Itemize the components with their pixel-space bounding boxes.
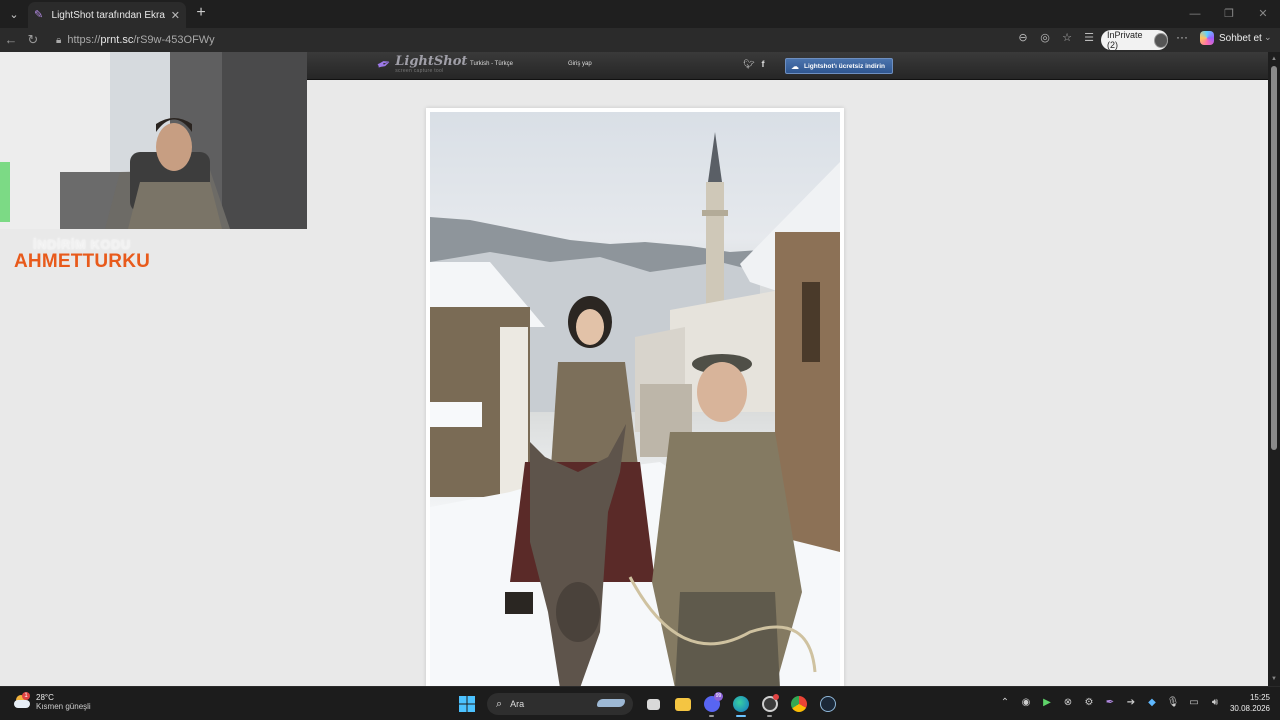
copilot-icon bbox=[1200, 31, 1214, 45]
close-window-button[interactable]: ✕ bbox=[1246, 0, 1280, 28]
search-icon: ⌕ bbox=[496, 697, 503, 710]
start-button[interactable] bbox=[452, 691, 481, 717]
steam-tray-icon[interactable]: ⚙ bbox=[1082, 696, 1096, 710]
taskbar-apps: ⌕ Ara 99 bbox=[452, 691, 842, 717]
app-badge bbox=[773, 694, 779, 700]
lock-icon: 🔒︎ bbox=[56, 34, 62, 46]
login-link[interactable]: Giriş yap bbox=[568, 61, 592, 67]
copilot-label: Sohbet et bbox=[1219, 32, 1262, 44]
new-tab-button[interactable]: + bbox=[191, 4, 211, 24]
address-bar[interactable]: 🔒︎ https://prnt.sc/rS9w-453OFWy bbox=[52, 29, 1092, 51]
discount-code-overlay: İNDİRİM KODU AHMETTURKU bbox=[14, 237, 150, 273]
favorites-icon[interactable]: ☰ bbox=[1082, 31, 1096, 44]
clock-time: 15:25 bbox=[1249, 693, 1270, 702]
weather-description: Kısmen güneşli bbox=[36, 702, 91, 711]
chrome-button[interactable] bbox=[784, 691, 813, 717]
tab-title: LightShot tarafından Ekran Görüntüsü bbox=[51, 9, 165, 21]
discord-badge: 99 bbox=[714, 692, 723, 701]
social-links: 🐦︎ f bbox=[743, 59, 764, 70]
play-icon[interactable]: ▶ bbox=[1040, 696, 1054, 710]
download-button[interactable]: ☁ Lightshot'ı ücretsiz indirin bbox=[785, 58, 893, 74]
file-explorer-button[interactable] bbox=[668, 691, 697, 717]
scroll-up-arrow[interactable]: ▲ bbox=[1270, 56, 1278, 62]
scroll-thumb[interactable] bbox=[1271, 66, 1277, 450]
more-options-button[interactable]: ··· bbox=[1176, 30, 1188, 44]
chevron-down-icon[interactable]: ⌄ bbox=[1264, 32, 1272, 43]
language-selector[interactable]: Turkish - Türkçe bbox=[470, 61, 513, 67]
search-placeholder: Ara bbox=[510, 699, 525, 709]
app-button[interactable] bbox=[755, 691, 784, 717]
discord-button[interactable]: 99 bbox=[697, 691, 726, 717]
download-icon: ☁ bbox=[791, 61, 799, 71]
feather-icon: ✎ bbox=[34, 9, 44, 21]
lightshot-logo[interactable]: ✒ LightShot screen capture tool bbox=[374, 53, 468, 76]
copilot-button[interactable]: Sohbet et bbox=[1200, 31, 1262, 45]
microphone-icon[interactable]: 🎙︎ bbox=[1166, 696, 1180, 710]
edge-button[interactable] bbox=[726, 691, 755, 717]
network-icon[interactable]: ▭ bbox=[1187, 696, 1201, 710]
tab-strip: ⌄ ✎ LightShot tarafından Ekran Görüntüsü… bbox=[0, 0, 1280, 28]
village-photo-art bbox=[430, 132, 840, 686]
back-button[interactable]: ← bbox=[0, 29, 22, 51]
zoom-icon[interactable]: ⊖ bbox=[1016, 31, 1030, 44]
tracking-icon[interactable]: ◎ bbox=[1038, 31, 1052, 44]
webcam-overlay bbox=[0, 52, 307, 229]
weather-temperature: 28°C bbox=[36, 693, 54, 702]
inprivate-label: InPrivate (2) bbox=[1107, 30, 1143, 50]
taskbar-search[interactable]: ⌕ Ara bbox=[487, 693, 633, 715]
search-highlight-icon bbox=[597, 699, 625, 707]
discount-code: AHMETTURKU bbox=[14, 251, 151, 272]
restore-button[interactable]: ❐ bbox=[1212, 0, 1246, 28]
tab-active[interactable]: ✎ LightShot tarafından Ekran Görüntüsü ✕ bbox=[28, 2, 186, 28]
page-scrollbar[interactable]: ▲ ▼ bbox=[1268, 52, 1280, 686]
lightshot-header: ✒ LightShot screen capture tool Turkish … bbox=[307, 52, 1268, 80]
system-tray: ⌃ ◉ ▶ ⊗ ⚙ ✒ ➔ ◆ 🎙︎ ▭ 🔊︎ bbox=[998, 696, 1222, 710]
clock-date: 30.08.2026 bbox=[1229, 704, 1270, 713]
screenshot-image[interactable] bbox=[430, 112, 840, 686]
favorite-star-icon[interactable]: ☆ bbox=[1060, 31, 1074, 44]
screenshot-frame bbox=[426, 108, 844, 686]
steam-button[interactable] bbox=[813, 691, 842, 717]
minimize-button[interactable]: — bbox=[1178, 0, 1212, 28]
system-clock[interactable]: 15:25 30.08.2026 bbox=[1226, 693, 1270, 713]
webcam-art bbox=[0, 52, 307, 229]
windows-taskbar: 1 28°C Kısmen güneşli ⌕ Ara 99 ⌃ ◉ ▶ ⊗ ⚙… bbox=[0, 686, 1280, 720]
page-content: ✒ LightShot screen capture tool Turkish … bbox=[0, 52, 1268, 686]
download-label: Lightshot'ı ücretsiz indirin bbox=[804, 62, 885, 70]
arrow-tray-icon[interactable]: ➔ bbox=[1124, 696, 1138, 710]
scroll-down-arrow[interactable]: ▼ bbox=[1270, 676, 1278, 682]
lightshot-tray-icon[interactable]: ✒ bbox=[1103, 696, 1117, 710]
twitter-icon[interactable]: 🐦︎ bbox=[743, 59, 754, 70]
chevron-up-icon[interactable]: ⌃ bbox=[998, 696, 1012, 710]
url-text: https://prnt.sc/rS9w-453OFWy bbox=[67, 34, 215, 46]
task-view-button[interactable] bbox=[639, 691, 668, 717]
browser-toolbar: ← ↻ 🔒︎ https://prnt.sc/rS9w-453OFWy ⊖ ◎ … bbox=[0, 28, 1280, 52]
inprivate-button[interactable]: InPrivate (2) bbox=[1101, 30, 1168, 50]
weather-widget[interactable]: 1 28°C Kısmen güneşli bbox=[14, 692, 91, 711]
refresh-button[interactable]: ↻ bbox=[22, 29, 44, 51]
facebook-icon[interactable]: f bbox=[761, 59, 764, 70]
logo-text: LightShot bbox=[395, 54, 468, 69]
xbox-icon[interactable]: ⊗ bbox=[1061, 696, 1075, 710]
app-tray-icon[interactable]: ◆ bbox=[1145, 696, 1159, 710]
weather-badge: 1 bbox=[22, 692, 30, 700]
partly-sunny-icon: 1 bbox=[14, 692, 30, 709]
avatar bbox=[1154, 32, 1168, 48]
discord-tray-icon[interactable]: ◉ bbox=[1019, 696, 1033, 710]
windows-icon bbox=[458, 696, 475, 712]
volume-icon[interactable]: 🔊︎ bbox=[1208, 696, 1222, 710]
feather-icon: ✒ bbox=[374, 53, 394, 76]
window-controls: — ❐ ✕ bbox=[1178, 0, 1280, 28]
discount-label: İNDİRİM KODU bbox=[33, 237, 131, 252]
address-bar-actions: ⊖ ◎ ☆ ☰ bbox=[1016, 31, 1096, 44]
close-icon[interactable]: ✕ bbox=[171, 9, 180, 22]
tab-actions-button[interactable]: ⌄ bbox=[4, 4, 24, 24]
